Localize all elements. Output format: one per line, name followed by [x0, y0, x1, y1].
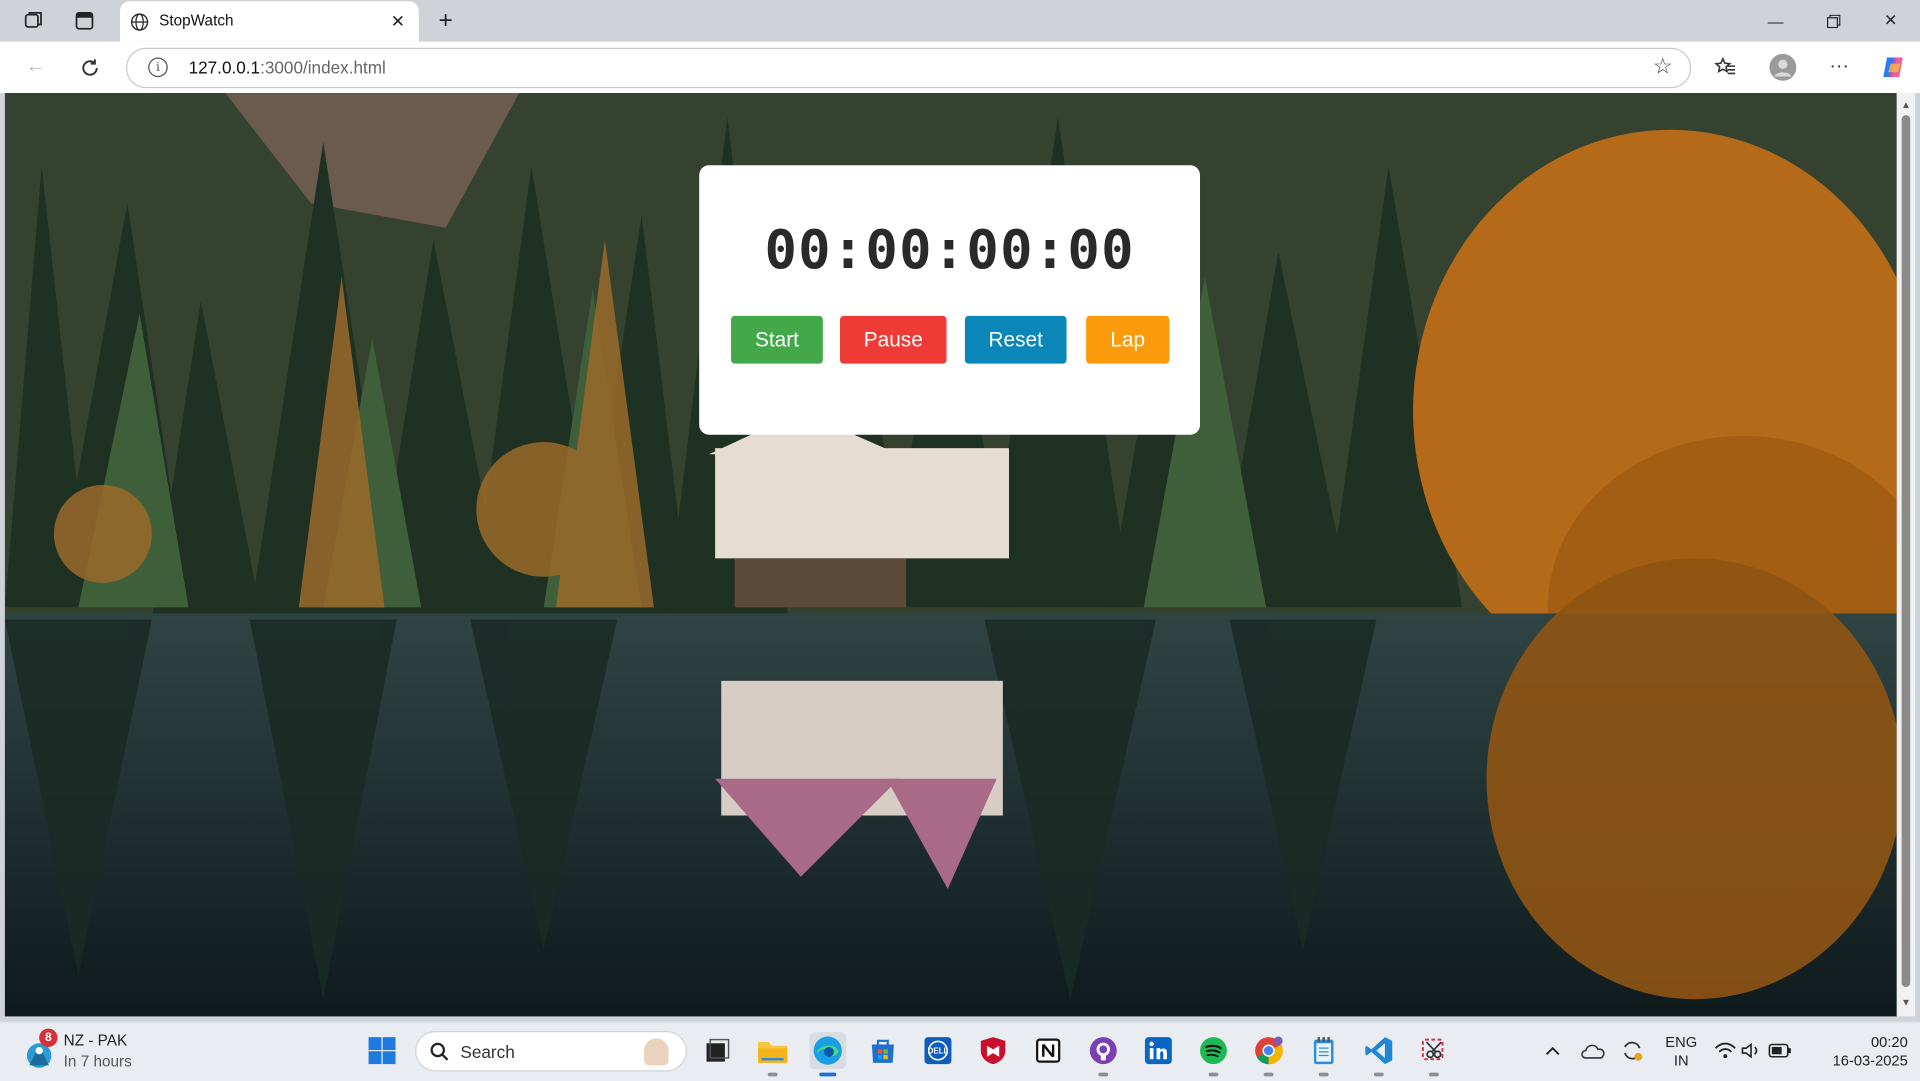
- screen: StopWatch ✕ + — ✕ ← i 127.0.0.1:3000/ind…: [0, 0, 1920, 1081]
- refresh-icon[interactable]: [75, 53, 104, 82]
- running-indicator: [767, 1072, 778, 1077]
- volume-icon: [1741, 1042, 1758, 1059]
- file-explorer-icon[interactable]: [754, 1032, 791, 1077]
- language-code: ENG: [1665, 1033, 1698, 1051]
- show-hidden-icons-icon[interactable]: [1534, 1032, 1571, 1069]
- new-tab-icon[interactable]: +: [431, 7, 460, 34]
- running-indicator: [1428, 1072, 1439, 1077]
- page-viewport: 00:00:00:00 Start Pause Reset Lap: [4, 93, 1897, 1017]
- pause-button[interactable]: Pause: [840, 315, 947, 364]
- running-indicator: [1373, 1072, 1384, 1077]
- address-bar[interactable]: i 127.0.0.1:3000/index.html ☆: [126, 47, 1692, 89]
- url-text: 127.0.0.1:3000/index.html: [188, 57, 386, 78]
- vscode-icon[interactable]: [1360, 1032, 1397, 1077]
- notepad-icon[interactable]: [1305, 1032, 1342, 1077]
- running-indicator: [1098, 1072, 1109, 1077]
- favorites-icon[interactable]: [1711, 53, 1740, 82]
- close-tab-icon[interactable]: ✕: [387, 10, 409, 32]
- notion-icon[interactable]: [1030, 1032, 1067, 1069]
- battery-icon: [1768, 1043, 1791, 1058]
- svg-text:DELL: DELL: [928, 1047, 949, 1056]
- weather-title: NZ - PAK: [63, 1032, 128, 1050]
- spotify-icon[interactable]: [1195, 1032, 1232, 1077]
- quick-settings-group[interactable]: [1709, 1032, 1797, 1069]
- onedrive-icon[interactable]: [1575, 1032, 1612, 1069]
- copilot-icon[interactable]: [1878, 53, 1907, 82]
- taskbar: 8 NZ - PAK In 7 hours Search DELL ENG IN…: [0, 1021, 1920, 1081]
- taskbar-search-placeholder: Search: [460, 1042, 515, 1062]
- scroll-down-icon[interactable]: ▼: [1900, 997, 1911, 1008]
- site-info-icon[interactable]: i: [148, 57, 168, 78]
- start-windows-icon[interactable]: [364, 1032, 401, 1069]
- chrome-icon[interactable]: [1250, 1032, 1287, 1077]
- tab-stopwatch[interactable]: StopWatch ✕: [120, 1, 419, 42]
- restore-icon[interactable]: [1809, 6, 1858, 35]
- start-button[interactable]: Start: [731, 315, 823, 364]
- weather-subtitle: In 7 hours: [63, 1053, 132, 1071]
- active-indicator: [819, 1072, 837, 1077]
- edge-browser-icon[interactable]: [809, 1032, 847, 1077]
- stopwatch-card: 00:00:00:00 Start Pause Reset Lap: [699, 165, 1201, 435]
- running-indicator: [1263, 1072, 1274, 1077]
- dell-icon[interactable]: DELL: [920, 1032, 957, 1069]
- tab-strip: StopWatch ✕ + — ✕: [0, 0, 1920, 42]
- weather-widget[interactable]: 8 NZ - PAK In 7 hours: [22, 1028, 157, 1076]
- reset-button[interactable]: Reset: [964, 315, 1067, 364]
- minimize-icon[interactable]: —: [1751, 6, 1800, 35]
- vertical-tabs-icon[interactable]: [70, 7, 99, 34]
- clock-time: 00:20: [1870, 1033, 1908, 1051]
- lap-button[interactable]: Lap: [1086, 315, 1170, 364]
- search-icon: [430, 1042, 449, 1061]
- search-highlight-icon: [644, 1038, 669, 1066]
- running-indicator: [1318, 1072, 1329, 1077]
- task-view-icon[interactable]: [699, 1032, 736, 1069]
- wifi-icon: [1714, 1042, 1736, 1059]
- linkedin-icon[interactable]: [1140, 1032, 1177, 1069]
- vertical-scrollbar[interactable]: ▲ ▼: [1896, 93, 1916, 1017]
- input-language-indicator[interactable]: ENG IN: [1659, 1033, 1703, 1070]
- scrollbar-thumb[interactable]: [1901, 115, 1911, 987]
- stopwatch-time-display: 00:00:00:00: [764, 219, 1135, 282]
- github-desktop-icon[interactable]: [1085, 1032, 1122, 1077]
- scroll-up-icon[interactable]: ▲: [1900, 99, 1911, 110]
- snipping-tool-icon[interactable]: [1416, 1032, 1453, 1077]
- taskbar-search-box[interactable]: Search: [415, 1031, 687, 1072]
- running-indicator: [1208, 1072, 1219, 1077]
- back-icon[interactable]: ←: [21, 53, 50, 82]
- system-clock[interactable]: 00:20 16-03-2025: [1810, 1033, 1908, 1070]
- mcafee-icon[interactable]: [975, 1032, 1012, 1069]
- tab-title: StopWatch: [159, 12, 234, 30]
- address-bar-row: ← i 127.0.0.1:3000/index.html ☆ ···: [0, 41, 1920, 94]
- workspaces-icon[interactable]: [18, 7, 47, 34]
- profile-avatar[interactable]: [1768, 53, 1797, 82]
- close-window-icon[interactable]: ✕: [1866, 6, 1915, 35]
- weather-badge: 8: [39, 1028, 58, 1047]
- microsoft-store-icon[interactable]: [864, 1032, 901, 1069]
- globe-icon: [130, 13, 149, 31]
- language-region: IN: [1673, 1051, 1689, 1069]
- favorite-star-icon[interactable]: ☆: [1653, 54, 1673, 80]
- clock-date: 16-03-2025: [1832, 1051, 1908, 1069]
- more-menu-icon[interactable]: ···: [1825, 53, 1854, 82]
- sync-icon[interactable]: [1614, 1032, 1651, 1069]
